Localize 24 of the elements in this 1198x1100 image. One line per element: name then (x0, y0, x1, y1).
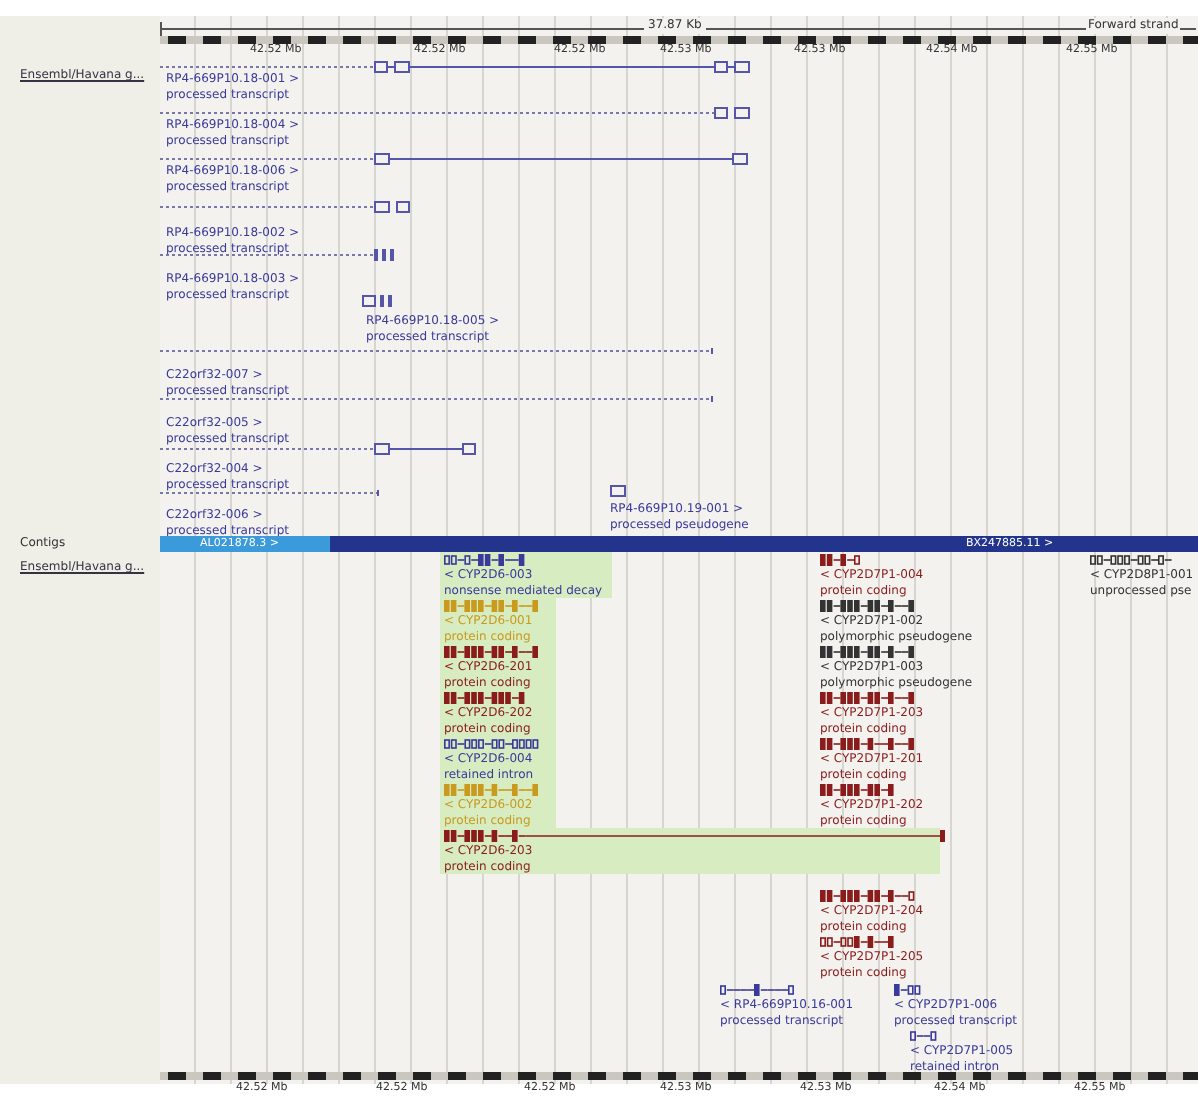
transcript-glyph[interactable] (160, 200, 412, 214)
transcript-glyph[interactable] (820, 646, 916, 658)
transcript-glyph[interactable] (820, 600, 916, 612)
transcript-glyph[interactable] (820, 784, 895, 796)
transcript-glyph[interactable] (444, 646, 540, 658)
transcript-glyph[interactable] (444, 830, 946, 842)
transcript-glyph[interactable] (160, 106, 752, 120)
transcript-glyph[interactable] (444, 692, 526, 704)
transcript-glyph[interactable] (160, 442, 478, 456)
transcript-glyph[interactable] (444, 738, 540, 750)
transcript-glyph[interactable] (820, 936, 895, 948)
transcript-glyph[interactable] (610, 484, 628, 498)
transcript-glyph[interactable] (160, 60, 752, 74)
transcript-glyph[interactable] (1090, 554, 1172, 566)
transcript-glyph[interactable] (720, 984, 795, 996)
transcript-glyph[interactable] (820, 738, 916, 750)
transcript-glyph[interactable] (820, 890, 916, 902)
transcript-glyph[interactable] (910, 1030, 938, 1042)
transcript-glyph[interactable] (444, 554, 526, 566)
transcript-glyph[interactable] (362, 294, 394, 308)
transcript-glyph[interactable] (160, 152, 750, 166)
transcript-glyph[interactable] (894, 984, 922, 996)
transcript-glyph[interactable] (820, 692, 916, 704)
transcript-glyph[interactable] (820, 554, 861, 566)
